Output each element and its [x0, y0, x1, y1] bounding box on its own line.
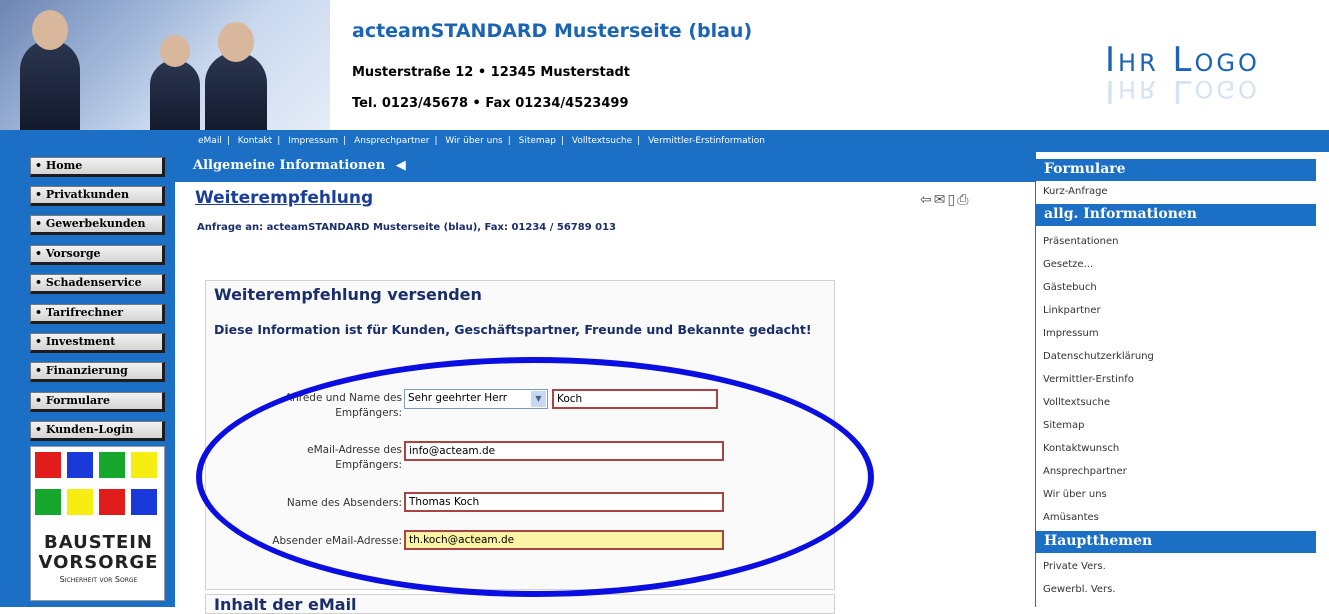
right-sidebar: Formulare Kurz-Anfrage allg. Information…: [1035, 152, 1329, 607]
right-link-gaestebuch[interactable]: Gästebuch: [1043, 282, 1097, 293]
right-link-vermittler[interactable]: Vermittler-Erstinfo: [1043, 374, 1134, 385]
site-phone: Tel. 0123/45678 • Fax 01234/4523499: [352, 96, 629, 111]
infos-heading: allg. Informationen: [1036, 204, 1316, 226]
top-nav: eMail | Kontakt | Impressum | Ansprechpartn…: [0, 130, 1329, 152]
right-link-sitemap[interactable]: Sitemap: [1043, 420, 1084, 431]
request-recipient: Anfrage an: acteamSTANDARD Musterseite (…: [197, 222, 617, 233]
triangle-left-icon: ◀: [395, 158, 406, 173]
nav-privatkunden[interactable]: • Privatkunden: [30, 186, 165, 206]
banner-line1: BAUSTEIN: [43, 532, 153, 553]
banner-line2: VORSORGE: [38, 552, 159, 573]
nav-formulare[interactable]: • Formulare: [30, 392, 165, 412]
envelope-icon[interactable]: ✉: [934, 192, 948, 208]
topnav-link-vermittler[interactable]: Vermittler-Erstinformation: [648, 136, 765, 146]
banner-line3: Sicherheit vor Sorge: [59, 575, 138, 584]
nav-investment[interactable]: • Investment: [30, 333, 165, 353]
nav-vorsorge[interactable]: • Vorsorge: [30, 245, 165, 265]
nav-tarifrechner[interactable]: • Tarifrechner: [30, 304, 165, 324]
topnav-link-wir-ueber-uns[interactable]: Wir über uns: [445, 136, 502, 146]
highlight-oval: [196, 357, 874, 597]
right-link-datenschutz[interactable]: Datenschutzerklärung: [1043, 351, 1154, 362]
right-link-wir-ueber-uns[interactable]: Wir über uns: [1043, 489, 1107, 500]
hauptthemen-heading: Hauptthemen: [1036, 531, 1316, 553]
form-intro: Diese Information ist für Kunden, Geschä…: [214, 322, 812, 337]
right-link-kontaktwunsch[interactable]: Kontaktwunsch: [1043, 443, 1119, 454]
content-heading: Inhalt der eMail: [214, 595, 357, 614]
site-address: Musterstraße 12 • 12345 Musterstadt: [352, 65, 631, 80]
nav-finanzierung[interactable]: • Finanzierung: [30, 362, 165, 382]
topnav-link-sitemap[interactable]: Sitemap: [519, 136, 556, 146]
topnav-link-impressum[interactable]: Impressum: [288, 136, 338, 146]
topnav-link-volltextsuche[interactable]: Volltextsuche: [572, 136, 632, 146]
page-tools: ⇦✉▯⎙: [920, 192, 970, 208]
baustein-vorsorge-banner[interactable]: BAUSTEIN VORSORGE Sicherheit vor Sorge: [30, 446, 165, 601]
topnav-link-kontakt[interactable]: Kontakt: [238, 136, 272, 146]
back-arrow-icon[interactable]: ⇦: [920, 192, 934, 208]
nav-home[interactable]: • Home: [30, 157, 165, 177]
formulare-heading: Formulare: [1036, 159, 1316, 181]
right-link-praesentationen[interactable]: Präsentationen: [1043, 236, 1119, 247]
section-title: Allgemeine Informationen: [193, 158, 386, 173]
section-bar: Allgemeine Informationen ◀: [175, 152, 1035, 182]
print-icon[interactable]: ⎙: [957, 192, 970, 208]
right-link-gewerbl-vers[interactable]: Gewerbl. Vers.: [1043, 584, 1116, 595]
page-title[interactable]: Weiterempfehlung: [195, 188, 373, 208]
right-link-private-vers[interactable]: Private Vers.: [1043, 561, 1106, 572]
right-link-impressum[interactable]: Impressum: [1043, 328, 1099, 339]
right-link-amuesantes[interactable]: Amüsantes: [1043, 512, 1099, 523]
nav-kunden-login[interactable]: • Kunden-Login: [30, 421, 165, 441]
topnav-link-email[interactable]: eMail: [198, 136, 222, 146]
nav-schadenservice[interactable]: • Schadenservice: [30, 274, 165, 294]
site-title: acteamSTANDARD Musterseite (blau): [352, 20, 753, 42]
bookmark-icon[interactable]: ▯: [947, 192, 957, 208]
email-content-box: Inhalt der eMail: [205, 594, 835, 614]
right-link-kurz-anfrage[interactable]: Kurz-Anfrage: [1043, 186, 1108, 197]
right-link-linkpartner[interactable]: Linkpartner: [1043, 305, 1101, 316]
right-link-ansprechpartner[interactable]: Ansprechpartner: [1043, 466, 1127, 477]
header-photo: [0, 0, 330, 130]
form-heading: Weiterempfehlung versenden: [214, 285, 482, 304]
header: acteamSTANDARD Musterseite (blau) Muster…: [0, 0, 1329, 130]
nav-gewerbekunden[interactable]: • Gewerbekunden: [30, 215, 165, 235]
logo[interactable]: Ihr Logo: [1105, 40, 1260, 80]
logo-reflection: Ihr Logo: [1105, 80, 1260, 104]
topnav-link-ansprechpartner[interactable]: Ansprechpartner: [354, 136, 429, 146]
right-link-volltextsuche[interactable]: Volltextsuche: [1043, 397, 1110, 408]
right-link-gesetze[interactable]: Gesetze...: [1043, 259, 1093, 270]
